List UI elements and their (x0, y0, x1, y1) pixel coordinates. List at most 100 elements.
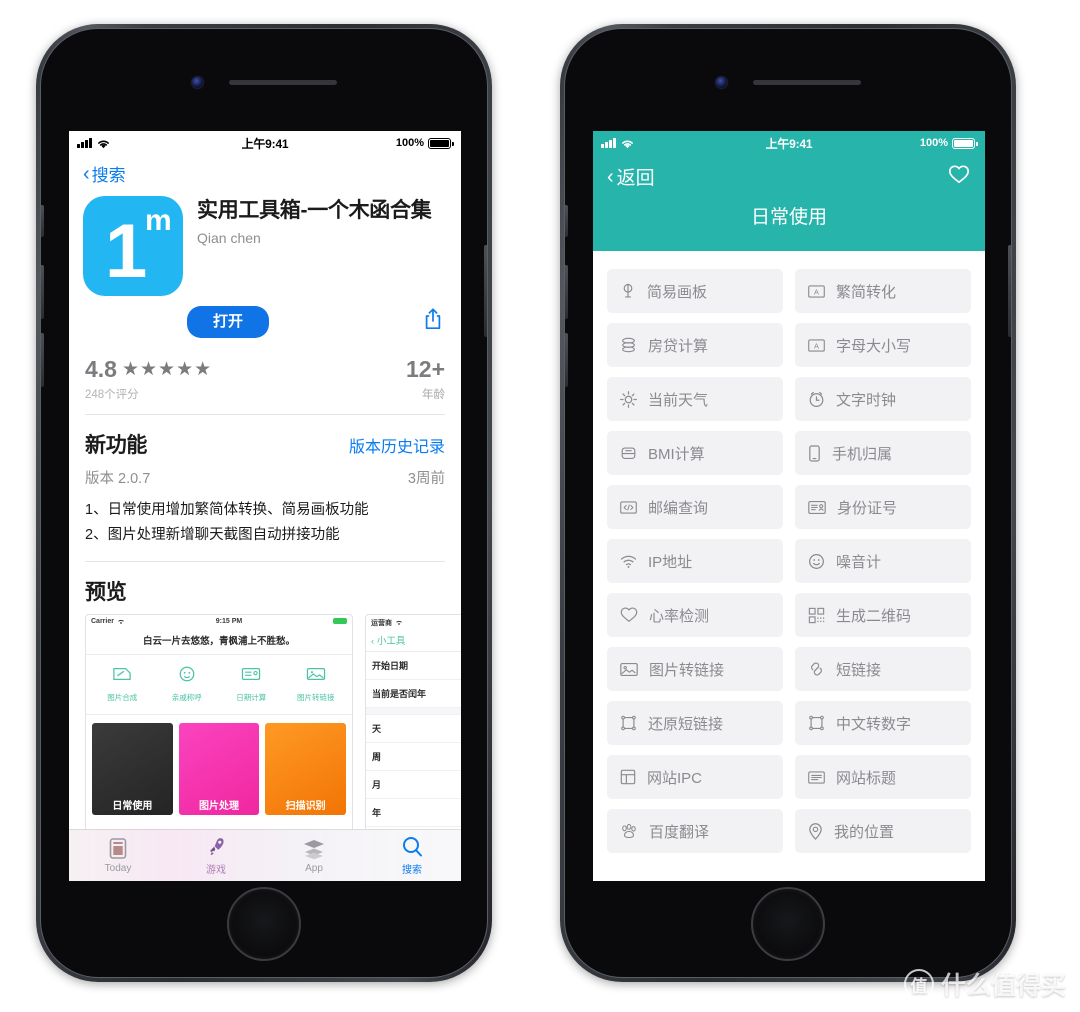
volume-up-button[interactable] (565, 265, 568, 319)
tool-item-wenzishizhong[interactable]: 文字时钟 (795, 377, 971, 421)
share-icon[interactable] (423, 307, 443, 336)
tool-label: 图片转链接 (649, 661, 725, 679)
svg-text:A: A (814, 287, 819, 296)
shot-tool-label: 亲戚称呼 (171, 692, 202, 702)
shot-b-field-label: 天 (372, 723, 382, 734)
toolbox-nav: ‹ 返回 (593, 155, 985, 190)
shot-b-field[interactable]: 月 往后多少月? (366, 771, 461, 799)
shot-b-nav: ‹ 小工具 日期计算 (366, 631, 461, 652)
back-label: 返回 (616, 168, 655, 189)
tool-item-wangzhanipc[interactable]: 网站IPC (607, 755, 783, 799)
tool-item-zhongwenzhuanshuzi[interactable]: 中文转数字 (795, 701, 971, 745)
heart-icon[interactable] (947, 163, 971, 190)
shot-card-label: 日常使用 (112, 800, 153, 812)
paw-icon (622, 823, 636, 839)
shot-b-field[interactable]: 天 往后多少天? (366, 715, 461, 743)
open-button[interactable]: 打开 (187, 306, 270, 338)
power-button[interactable] (484, 245, 487, 337)
back-button[interactable]: ‹ 搜索 (83, 161, 126, 186)
tool-label: 心率检测 (649, 607, 710, 625)
shot-card[interactable]: 日常使用 (92, 722, 173, 815)
shot-b-field[interactable]: 周 往后多少周? (366, 743, 461, 771)
tool-item-erweima[interactable]: 生成二维码 (795, 593, 971, 637)
tab-search[interactable]: 搜索 (363, 835, 461, 876)
shot-b-row-label: 开始日期 (372, 660, 409, 671)
shot-a-status-bar: Carrier 9:15 PM (86, 615, 352, 628)
tool-item-zimudaxiaoxie[interactable]: A 字母大小写 (795, 323, 971, 367)
svg-text:A: A (814, 341, 819, 350)
alarm-clock-icon (809, 391, 824, 407)
preview-shot-a[interactable]: Carrier 9:15 PM 白云一片去悠悠，青枫浦上不胜愁。 图片合成 亲戚… (85, 613, 353, 864)
preview-shot-b[interactable]: 运营商 上午10:26 ‹ 小工具 日期计算 开始日期 (365, 613, 461, 864)
shot-b-gap (366, 707, 461, 715)
mute-switch[interactable] (41, 205, 44, 237)
home-button[interactable] (751, 887, 825, 961)
tab-today[interactable]: Today (69, 837, 167, 874)
shot-a-cards: 日常使用 图片处理 扫描识别 (86, 715, 352, 823)
shot-tool-item[interactable]: 日期计算 (219, 665, 284, 705)
tool-item-tupianzhuanlianjie[interactable]: 图片转链接 (607, 647, 783, 691)
app-header: 1 m 实用工具箱-一个木函合集 Qian chen (69, 188, 461, 296)
phone-bezel-left: 上午9:41 100% ‹ 搜索 1 m 实用工具箱-一个木函合集 Qian c… (40, 28, 488, 978)
app-icon[interactable]: 1 m (83, 196, 183, 296)
image-merge-icon (113, 667, 131, 680)
tool-item-shenfenzhenghao[interactable]: 身份证号 (795, 485, 971, 529)
shot-card-label: 扫描识别 (285, 800, 326, 812)
tool-item-bmi[interactable]: BMI计算 (607, 431, 783, 475)
whats-new-title: 新功能 (85, 433, 148, 457)
tool-item-fangdaijisuan[interactable]: 房贷计算 (607, 323, 783, 367)
tool-label: 当前天气 (648, 391, 709, 409)
volume-down-button[interactable] (565, 333, 568, 387)
volume-down-button[interactable] (41, 333, 44, 387)
shot-tool-item[interactable]: 亲戚称呼 (155, 665, 220, 705)
tool-label: BMI计算 (648, 445, 705, 463)
tool-label: 噪音计 (836, 553, 882, 571)
tool-item-duanlianjie[interactable]: 短链接 (795, 647, 971, 691)
tab-label: Today (104, 863, 132, 874)
tool-item-ipdizhi[interactable]: IP地址 (607, 539, 783, 583)
tab-app[interactable]: App (265, 837, 363, 874)
power-button[interactable] (1008, 245, 1011, 337)
tool-item-wodeweizhi[interactable]: 我的位置 (795, 809, 971, 853)
mute-switch[interactable] (565, 205, 568, 237)
shot-tool-item[interactable]: 图片合成 (90, 665, 155, 705)
phone-device-right: 上午9:41 100% ‹ 返回 日常使用 简易画板 A 繁简转化 房贷计算 A… (560, 24, 1016, 982)
tool-item-jianyihuaban[interactable]: 简易画板 (607, 269, 783, 313)
home-button[interactable] (227, 887, 301, 961)
shot-b-row-label: 当前是否闰年 (372, 688, 427, 699)
shot-a-time: 9:15 PM (215, 617, 243, 625)
pin-icon (623, 283, 633, 298)
shot-card[interactable]: 图片处理 (178, 722, 260, 815)
shot-b-row[interactable]: 当前是否闰年 (366, 680, 461, 708)
shot-tool-label: 图片合成 (107, 692, 138, 702)
tool-item-baidufanyi[interactable]: 百度翻译 (607, 809, 783, 853)
today-icon (69, 837, 167, 861)
tool-item-xinlvjiance[interactable]: 心率检测 (607, 593, 783, 637)
screenshot-stage: 上午9:41 100% ‹ 搜索 1 m 实用工具箱-一个木函合集 Qian c… (0, 0, 1080, 1012)
tool-item-fanjianzhuanhua[interactable]: A 繁简转化 (795, 269, 971, 313)
tool-item-huanyuanduanlianjie[interactable]: 还原短链接 (607, 701, 783, 745)
status-time: 上午9:41 (765, 136, 813, 151)
tool-item-youbianchaxun[interactable]: 邮编查询 (607, 485, 783, 529)
volume-up-button[interactable] (41, 265, 44, 319)
tool-item-zaoyinji[interactable]: 噪音计 (795, 539, 971, 583)
app-developer[interactable]: Qian chen (197, 230, 447, 246)
id-card-icon (808, 500, 826, 514)
tool-label: 我的位置 (834, 823, 895, 841)
tool-item-wangzhanbiaoti[interactable]: 网站标题 (795, 755, 971, 799)
tab-games[interactable]: 游戏 (167, 835, 265, 876)
shot-b-row[interactable]: 开始日期 2 (366, 652, 461, 680)
back-button[interactable]: ‹ 返回 (607, 163, 655, 190)
picture-icon (620, 662, 638, 676)
tool-item-shoujiguishu[interactable]: 手机归属 (795, 431, 971, 475)
shot-tool-item[interactable]: 图片转链接 (284, 665, 349, 705)
tab-label: App (305, 863, 323, 874)
appstore-nav: ‹ 搜索 (69, 155, 461, 188)
shot-b-back[interactable]: ‹ 小工具 (371, 633, 405, 647)
tool-item-dangqiantianqi[interactable]: 当前天气 (607, 377, 783, 421)
shot-card[interactable]: 扫描识别 (265, 722, 347, 815)
version-history-link[interactable]: 版本历史记录 (349, 433, 445, 457)
screen-toolbox: 上午9:41 100% ‹ 返回 日常使用 简易画板 A 繁简转化 房贷计算 A… (593, 131, 985, 881)
toolbox-header: 上午9:41 100% ‹ 返回 日常使用 (593, 131, 985, 251)
shot-b-field[interactable]: 年 往后多少年? (366, 799, 461, 827)
